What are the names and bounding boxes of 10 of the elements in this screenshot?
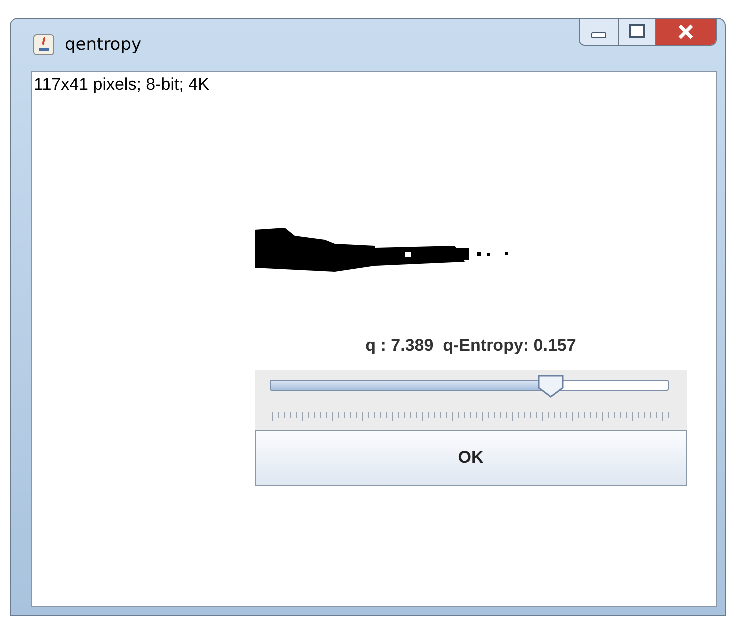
q-slider[interactable] <box>255 370 687 430</box>
image-info: 117x41 pixels; 8-bit; 4K <box>34 75 210 95</box>
q-readout: q : 7.389 q-Entropy: 0.157 <box>364 336 578 356</box>
app-icon <box>33 34 55 56</box>
close-button[interactable] <box>655 19 716 45</box>
window-title: qentropy <box>65 35 142 55</box>
maximize-button[interactable] <box>618 19 655 45</box>
ok-button[interactable]: OK <box>255 430 687 486</box>
slider-thumb[interactable] <box>537 374 566 398</box>
minimize-button[interactable] <box>580 19 618 45</box>
